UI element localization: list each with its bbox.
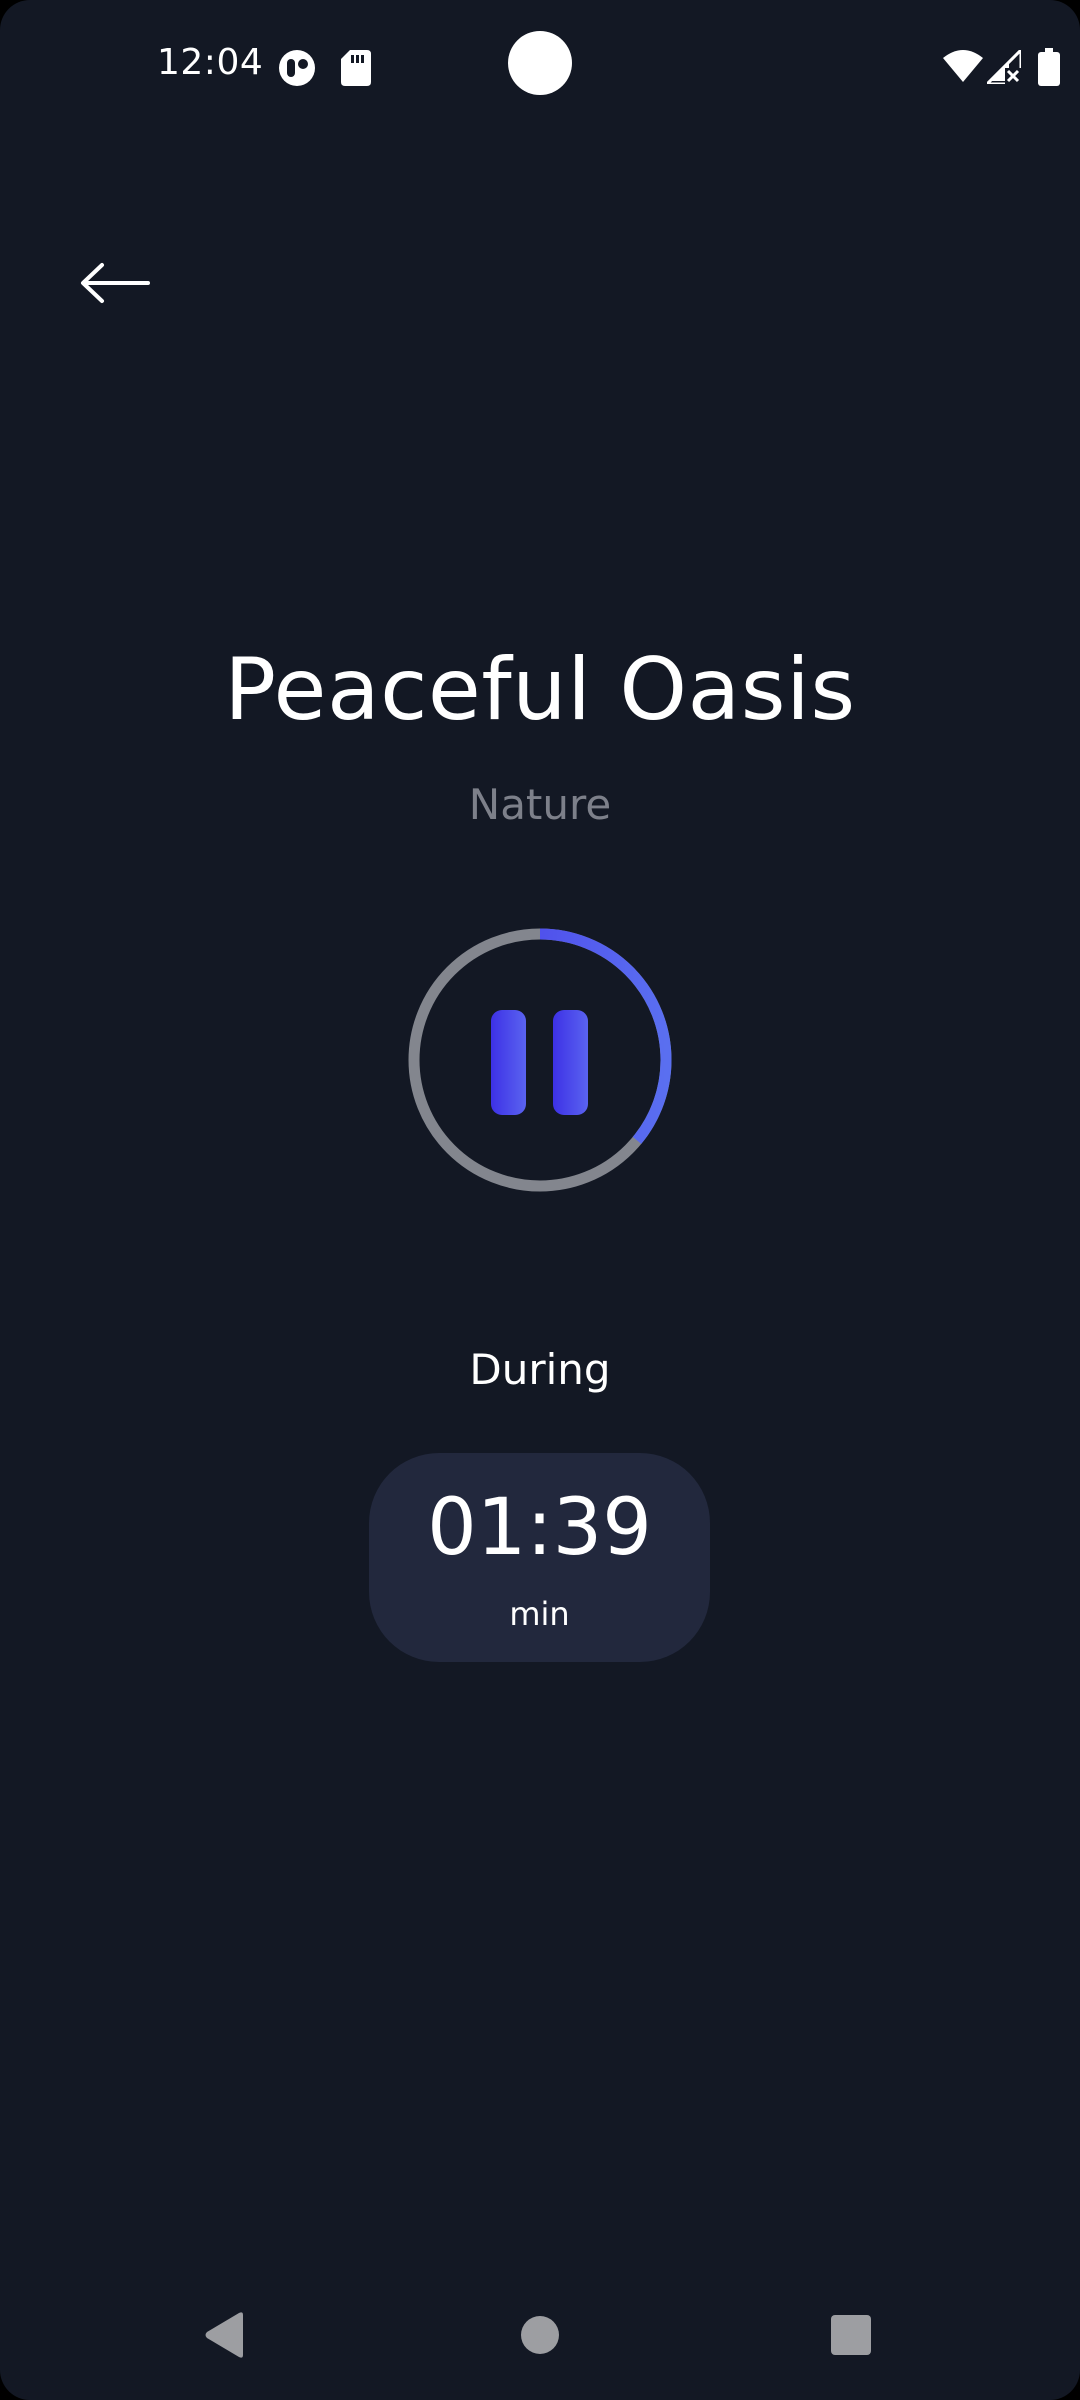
status-bar: 12:04 xyxy=(0,0,1080,140)
progress-ring xyxy=(408,928,672,1192)
recents-square-icon xyxy=(831,2315,871,2355)
screen: 12:04 Peaceful Oasis Nature During 01:39… xyxy=(0,0,1080,2400)
navigation-bar xyxy=(0,2290,1080,2380)
timer-card: 01:39 min xyxy=(369,1453,710,1662)
wifi-icon xyxy=(943,50,983,82)
cellular-no-signal-icon xyxy=(987,50,1021,84)
duration-label: During xyxy=(469,1345,611,1394)
camera-cutout xyxy=(508,31,572,95)
app-notification-icon xyxy=(279,50,315,86)
back-button[interactable] xyxy=(70,245,160,321)
pause-icon xyxy=(491,1010,588,1115)
track-category: Nature xyxy=(468,780,612,829)
nav-recents-button[interactable] xyxy=(806,2290,896,2380)
arrow-left-icon xyxy=(81,263,150,303)
track-title: Peaceful Oasis xyxy=(224,640,856,740)
pause-button[interactable] xyxy=(405,925,675,1195)
home-circle-icon xyxy=(521,2316,559,2354)
timer-unit: min xyxy=(509,1595,570,1633)
sd-card-icon xyxy=(341,50,371,86)
nav-home-button[interactable] xyxy=(495,2290,585,2380)
timer-value: 01:39 xyxy=(427,1483,652,1573)
status-time: 12:04 xyxy=(157,42,264,83)
back-triangle-icon xyxy=(205,2312,243,2358)
nav-back-button[interactable] xyxy=(180,2290,270,2380)
battery-icon xyxy=(1038,48,1060,86)
